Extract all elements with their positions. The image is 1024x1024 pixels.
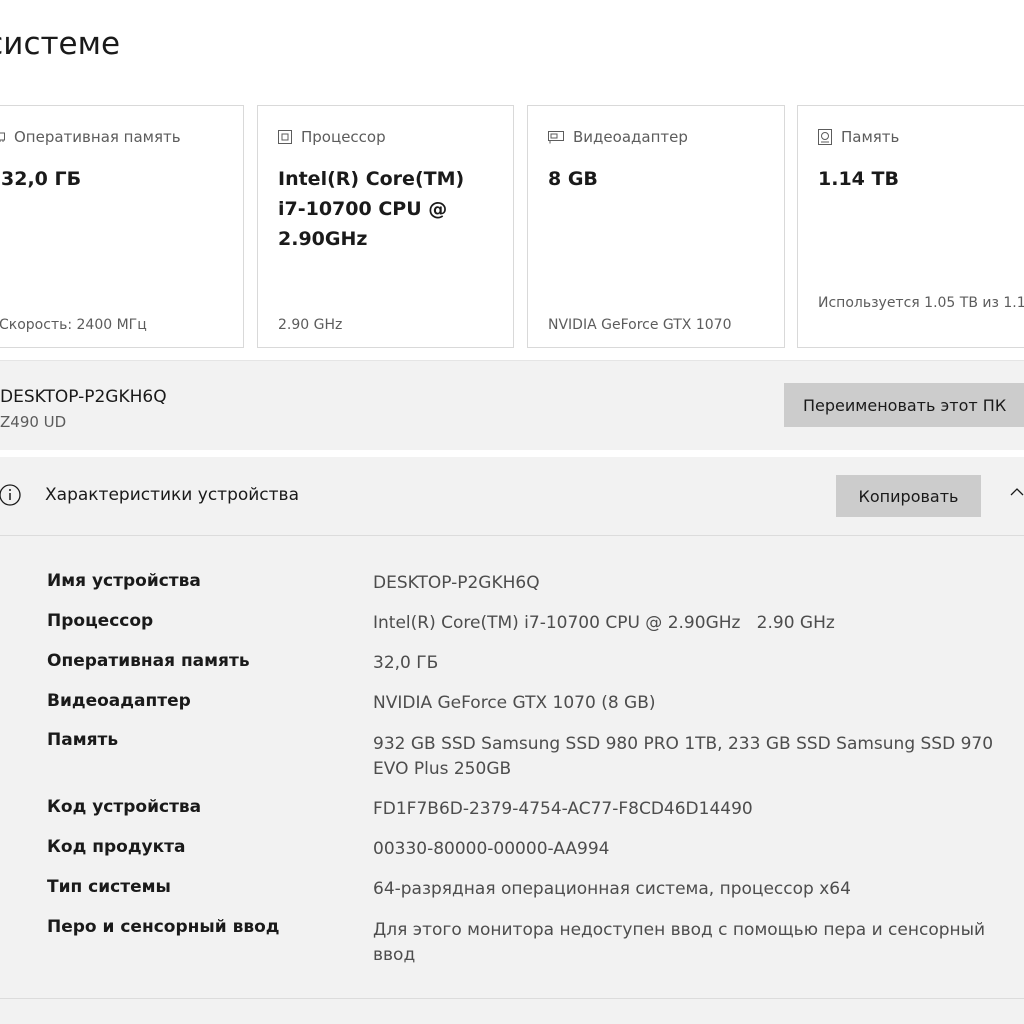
rename-pc-button[interactable]: Переименовать этот ПК — [784, 383, 1024, 427]
specs-footer — [0, 999, 1024, 1024]
spec-value: 64-разрядная операционная система, проце… — [373, 879, 851, 899]
spec-label: Память — [47, 730, 119, 750]
spec-label: Перо и сенсорный ввод — [47, 917, 280, 937]
gpu-card-value: 8 GB — [548, 168, 598, 190]
cpu-card[interactable]: Процессор Intel(R) Core(TM) i7-10700 CPU… — [257, 105, 514, 348]
gpu-card[interactable]: Видеоадаптер 8 GB NVIDIA GeForce GTX 107… — [527, 105, 785, 348]
spec-value: Intel(R) Core(TM) i7-10700 CPU @ 2.90GHz… — [373, 613, 835, 633]
cpu-card-value: Intel(R) Core(TM) i7-10700 CPU @ 2.90GHz — [278, 168, 465, 250]
info-icon — [0, 484, 21, 506]
device-specs-header[interactable]: Характеристики устройства Копировать — [0, 457, 1024, 536]
spec-value: 932 GB SSD Samsung SSD 980 PRO 1TB, 233 … — [373, 734, 994, 779]
storage-card-value: 1.14 TB — [818, 168, 899, 190]
ram-card[interactable]: Оперативная память 32,0 ГБ Скорость: 240… — [0, 105, 244, 348]
cpu-card-title: Процессор — [301, 128, 386, 146]
spec-label: Оперативная память — [47, 651, 250, 671]
gpu-card-model: NVIDIA GeForce GTX 1070 — [548, 317, 732, 333]
spec-value: DESKTOP-P2GKH6Q — [373, 573, 540, 593]
storage-icon — [818, 129, 832, 145]
ram-card-value: 32,0 ГБ — [1, 168, 82, 190]
gpu-card-header: Видеоадаптер — [548, 128, 688, 146]
storage-card-usage: Используется 1.05 TB из 1.14 TB — [818, 295, 1024, 311]
spec-value: Для этого монитора недоступен ввод с пом… — [373, 920, 986, 965]
ram-card-speed: Скорость: 2400 МГц — [0, 317, 147, 333]
gpu-icon — [548, 130, 564, 143]
storage-card-header: Память — [818, 128, 899, 146]
pc-name-panel: DESKTOP-P2GKH6Q Z490 UD Переименовать эт… — [0, 360, 1024, 450]
device-specs-list: Имя устройства DESKTOP-P2GKH6Q Процессор… — [0, 536, 1024, 998]
spec-label: Код устройства — [47, 797, 202, 817]
spec-value: 00330-80000-00000-AA994 — [373, 839, 610, 859]
storage-card-title: Память — [841, 128, 900, 146]
spec-label: Имя устройства — [47, 571, 201, 591]
spec-label: Процессор — [47, 611, 154, 631]
cpu-icon — [278, 130, 292, 144]
spec-value: FD1F7B6D-2379-4754-AC77-F8CD46D14490 — [373, 799, 753, 819]
ram-icon — [0, 132, 5, 142]
ram-card-title: Оперативная память — [14, 128, 181, 146]
storage-card[interactable]: Память 1.14 TB Используется 1.05 TB из 1… — [797, 105, 1024, 348]
spec-label: Код продукта — [47, 837, 186, 857]
spec-label: Видеоадаптер — [47, 691, 191, 711]
pc-name: DESKTOP-P2GKH6Q — [0, 387, 167, 407]
chevron-up-icon[interactable] — [1010, 487, 1024, 497]
ram-card-header: Оперативная память — [0, 128, 181, 146]
spec-value: 32,0 ГБ — [373, 653, 439, 673]
cpu-card-header: Процессор — [278, 128, 386, 146]
copy-button[interactable]: Копировать — [836, 475, 981, 517]
gpu-card-title: Видеоадаптер — [573, 128, 688, 146]
pc-model: Z490 UD — [0, 413, 67, 431]
spec-label: Тип системы — [47, 877, 171, 897]
cpu-card-speed: 2.90 GHz — [278, 317, 343, 333]
spec-value: NVIDIA GeForce GTX 1070 (8 GB) — [373, 693, 656, 713]
device-specs-title: Характеристики устройства — [45, 485, 299, 505]
page-title: О системе — [0, 26, 121, 62]
